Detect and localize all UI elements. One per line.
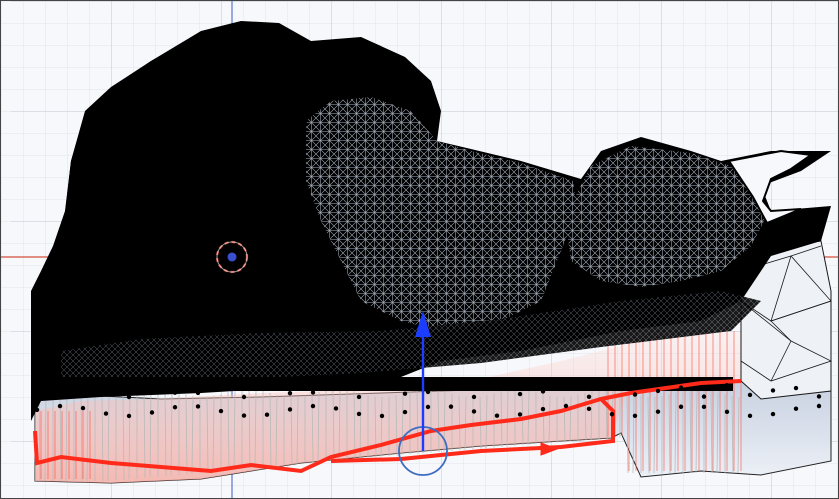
mesh-vertex[interactable]	[287, 390, 293, 396]
mesh-vertex[interactable]	[80, 405, 86, 411]
mesh-vertex[interactable]	[379, 413, 385, 419]
mesh-vertex[interactable]	[264, 383, 270, 389]
mesh-vertex[interactable]	[517, 391, 523, 397]
mesh-vertex[interactable]	[379, 383, 385, 388]
mesh-vertex[interactable]	[770, 388, 776, 393]
mesh-vertex[interactable]	[563, 403, 569, 409]
mesh-vertex[interactable]	[471, 409, 477, 414]
mesh-vertex[interactable]	[333, 384, 339, 389]
mesh-vertex[interactable]	[172, 390, 178, 395]
mesh-vertex[interactable]	[747, 413, 753, 419]
mesh-vertex[interactable]	[241, 413, 247, 418]
mesh-vertex[interactable]	[747, 392, 753, 398]
mesh-vertex[interactable]	[494, 383, 500, 388]
mesh-vertex[interactable]	[724, 409, 730, 415]
mesh-vertex[interactable]	[425, 404, 431, 410]
mesh-vertex[interactable]	[678, 385, 684, 390]
mesh-vertex[interactable]	[333, 406, 339, 411]
mesh-vertex[interactable]	[655, 409, 661, 414]
mesh-vertex[interactable]	[655, 388, 661, 394]
mesh-vertex[interactable]	[793, 385, 799, 391]
mesh-vertex[interactable]	[793, 406, 799, 411]
mesh-vertex[interactable]	[494, 413, 500, 418]
mesh-vertex[interactable]	[172, 405, 178, 410]
mesh-vertex[interactable]	[356, 411, 362, 417]
mesh-vertex[interactable]	[126, 394, 132, 400]
mesh-vertex[interactable]	[586, 394, 592, 399]
mesh-vertex[interactable]	[517, 412, 523, 417]
mesh-vertex[interactable]	[609, 412, 615, 417]
mesh-vertex[interactable]	[356, 394, 362, 400]
mesh-vertex[interactable]	[471, 394, 477, 400]
3d-viewport[interactable]	[1, 1, 838, 498]
mesh-vertex[interactable]	[540, 406, 546, 412]
mesh-vertex[interactable]	[103, 411, 109, 416]
mesh-vertex[interactable]	[402, 391, 408, 396]
mesh-vertex[interactable]	[563, 385, 569, 390]
mesh-vertex[interactable]	[310, 403, 316, 409]
mesh-vertex[interactable]	[218, 408, 224, 414]
mesh-vertex[interactable]	[241, 394, 247, 400]
mesh-vertex[interactable]	[448, 384, 454, 390]
mesh-vertex[interactable]	[724, 382, 730, 388]
mesh-vertex[interactable]	[149, 410, 155, 415]
mesh-vertex[interactable]	[402, 409, 408, 415]
mesh-vertex[interactable]	[816, 394, 822, 399]
mesh-vertex[interactable]	[701, 404, 707, 410]
mesh-vertex[interactable]	[632, 413, 638, 418]
mesh-vertex[interactable]	[425, 389, 431, 395]
mesh-vertex[interactable]	[632, 392, 638, 397]
mesh-vertex[interactable]	[126, 413, 132, 419]
mesh-vertex[interactable]	[103, 383, 109, 389]
mesh-vertex[interactable]	[678, 404, 684, 409]
3d-viewport-frame[interactable]	[0, 0, 839, 499]
mesh-vertex[interactable]	[149, 384, 155, 389]
mesh-vertex[interactable]	[816, 403, 822, 409]
mesh-vertex[interactable]	[287, 407, 293, 412]
mesh-vertex[interactable]	[701, 394, 707, 399]
mesh-vertex[interactable]	[609, 383, 615, 388]
mesh-vertex[interactable]	[310, 390, 316, 395]
mesh-vertex[interactable]	[34, 407, 40, 413]
mesh-vertex[interactable]	[80, 391, 86, 396]
mesh-vertex[interactable]	[448, 404, 454, 409]
mesh-vertex[interactable]	[57, 403, 63, 409]
mesh-vertex[interactable]	[195, 390, 201, 396]
mesh-vertex[interactable]	[770, 411, 776, 417]
mesh-vertex[interactable]	[218, 383, 224, 389]
mesh-vertex[interactable]	[57, 390, 63, 395]
mesh-vertex[interactable]	[264, 412, 270, 417]
mesh-vertex[interactable]	[540, 389, 546, 394]
mesh-vertex[interactable]	[195, 404, 201, 409]
mesh-vertex[interactable]	[34, 384, 40, 389]
mesh-vertex[interactable]	[586, 406, 592, 412]
